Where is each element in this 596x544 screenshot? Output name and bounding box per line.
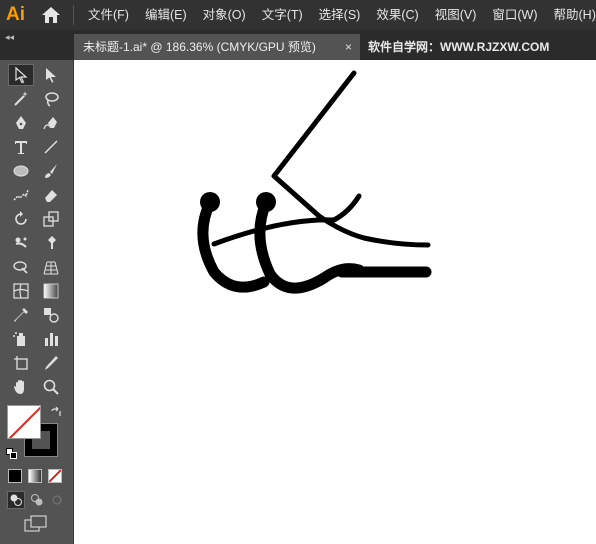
menu-window[interactable]: 窗口(W): [492, 0, 537, 30]
menu-edit[interactable]: 编辑(E): [145, 0, 187, 30]
artwork-stroke-cross: [211, 193, 362, 247]
curvature-tool-icon[interactable]: [38, 112, 64, 134]
magic-wand-tool-icon[interactable]: [8, 88, 34, 110]
fill-swatch[interactable]: [7, 405, 41, 439]
rotate-tool-icon[interactable]: [8, 208, 34, 230]
menu-help[interactable]: 帮助(H): [554, 0, 596, 30]
screen-mode-icon[interactable]: [24, 515, 48, 533]
close-icon[interactable]: ×: [345, 34, 352, 60]
shape-builder-tool-icon[interactable]: [8, 256, 34, 278]
eraser-tool-icon[interactable]: [38, 184, 64, 206]
document-tab-bar: ◂◂ 未标题-1.ai* @ 186.36% (CMYK/GPU 预览) × 软…: [0, 30, 596, 60]
gradient-tool-icon[interactable]: [38, 280, 64, 302]
collapse-panel-icon[interactable]: ◂◂: [5, 32, 14, 43]
watermark-tab: 软件自学网：WWW.RJZXW.COM: [368, 40, 550, 54]
artboard-canvas[interactable]: [74, 60, 596, 544]
mesh-tool-icon[interactable]: [8, 280, 34, 302]
puppet-warp-tool-icon[interactable]: [8, 232, 34, 254]
home-icon[interactable]: [40, 5, 62, 25]
artwork-dot-left: [200, 192, 220, 212]
menu-object[interactable]: 对象(O): [203, 0, 246, 30]
zoom-tool-icon[interactable]: [38, 376, 64, 398]
shaper-tool-icon[interactable]: [8, 184, 34, 206]
lasso-tool-icon[interactable]: [38, 88, 64, 110]
app-logo: Ai: [6, 4, 25, 25]
default-fill-stroke-icon[interactable]: [6, 446, 17, 459]
line-segment-tool-icon[interactable]: [38, 136, 64, 158]
swap-fill-stroke-icon[interactable]: [50, 406, 62, 418]
menu-type[interactable]: 文字(T): [262, 0, 303, 30]
paintbrush-tool-icon[interactable]: [38, 160, 64, 182]
free-transform-tool-icon[interactable]: [38, 232, 64, 254]
symbol-sprayer-tool-icon[interactable]: [8, 328, 34, 350]
menu-list: 文件(F) 编辑(E) 对象(O) 文字(T) 选择(S) 效果(C) 视图(V…: [88, 0, 596, 30]
slice-tool-icon[interactable]: [38, 352, 64, 374]
menu-effect[interactable]: 效果(C): [376, 0, 418, 30]
ellipse-tool-icon[interactable]: [8, 160, 34, 182]
eyedropper-tool-icon[interactable]: [8, 304, 34, 326]
tools-panel: [0, 60, 73, 544]
direct-selection-tool-icon[interactable]: [38, 64, 64, 86]
pen-tool-icon[interactable]: [8, 112, 34, 134]
blend-tool-icon[interactable]: [38, 304, 64, 326]
menu-separator: [73, 5, 74, 25]
selection-tool-icon[interactable]: [8, 64, 34, 86]
none-mode-button[interactable]: [48, 469, 62, 483]
draw-behind-icon[interactable]: [28, 491, 46, 509]
perspective-grid-tool-icon[interactable]: [38, 256, 64, 278]
artwork-stroke-top-line: [271, 70, 431, 248]
color-mode-button[interactable]: [8, 469, 22, 483]
artboard-tool-icon[interactable]: [8, 352, 34, 374]
hand-tool-icon[interactable]: [8, 376, 34, 398]
menu-select[interactable]: 选择(S): [319, 0, 361, 30]
menu-view[interactable]: 视图(V): [435, 0, 477, 30]
menu-file[interactable]: 文件(F): [88, 0, 129, 30]
menu-bar: Ai 文件(F) 编辑(E) 对象(O) 文字(T) 选择(S) 效果(C) 视…: [0, 0, 596, 30]
draw-normal-icon[interactable]: [7, 491, 25, 509]
artwork-dot-middle: [256, 192, 276, 212]
document-tab[interactable]: 未标题-1.ai* @ 186.36% (CMYK/GPU 预览) ×: [74, 34, 360, 60]
artwork: [197, 70, 432, 294]
scale-tool-icon[interactable]: [38, 208, 64, 230]
type-tool-icon[interactable]: [8, 136, 34, 158]
gradient-mode-button[interactable]: [28, 469, 42, 483]
draw-inside-icon[interactable]: [48, 491, 66, 509]
column-graph-tool-icon[interactable]: [38, 328, 64, 350]
document-tab-title: 未标题-1.ai* @ 186.36% (CMYK/GPU 预览): [83, 40, 316, 54]
